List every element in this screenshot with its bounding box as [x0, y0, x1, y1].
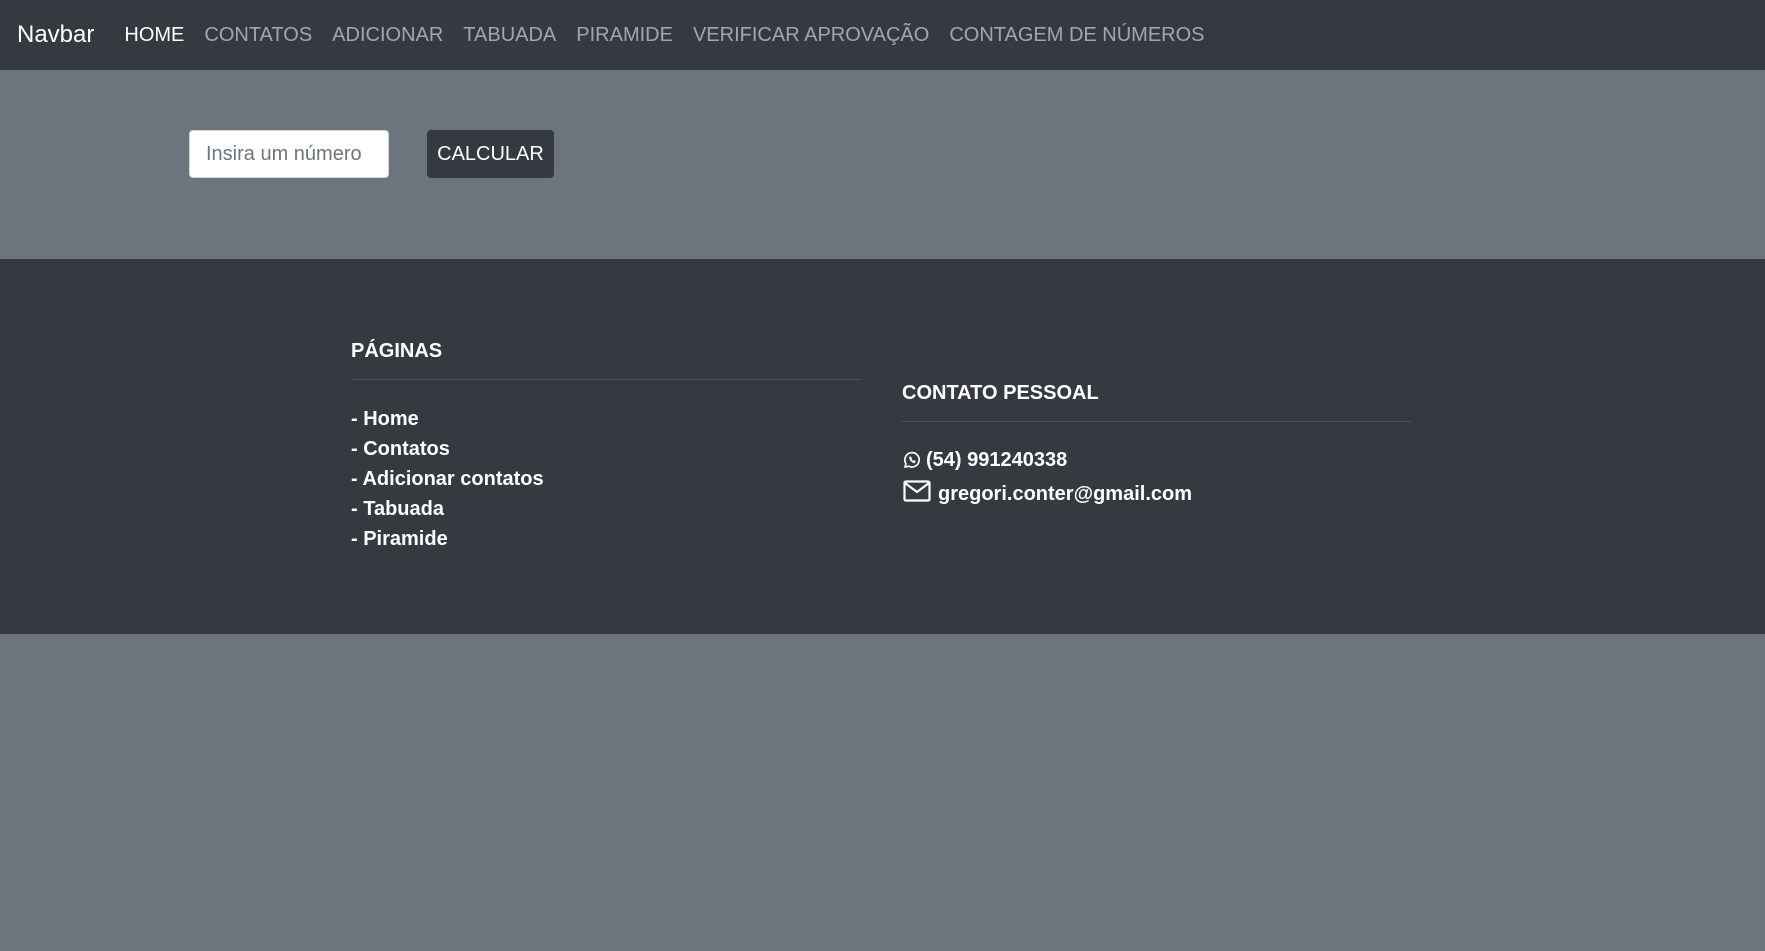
- contact-phone-number: (54) 991240338: [926, 448, 1068, 471]
- contact-email: gregori.conter@gmail.com: [902, 476, 1412, 512]
- footer-link-adicionar-contatos[interactable]: - Adicionar contatos: [351, 464, 861, 494]
- whatsapp-icon: [902, 450, 922, 470]
- footer-pages-heading: PÁGINAS: [351, 340, 443, 362]
- footer-contact-heading: CONTATO PESSOAL: [902, 382, 1099, 404]
- nav-link-verificar-aprovacao[interactable]: VERIFICAR APROVAÇÃO: [693, 24, 929, 47]
- nav-link-home[interactable]: HOME: [124, 24, 184, 47]
- nav-link-contagem-de-numeros[interactable]: CONTAGEM DE NÚMEROS: [949, 24, 1204, 47]
- nav-link-contatos[interactable]: CONTATOS: [204, 24, 312, 47]
- nav-link-piramide[interactable]: PIRAMIDE: [576, 24, 673, 47]
- top-navbar: Navbar HOME CONTATOS ADICIONAR TABUADA P…: [0, 0, 1765, 70]
- footer-link-piramide[interactable]: - Piramide: [351, 524, 861, 554]
- footer-pages-divider: [351, 379, 861, 380]
- nav-link-tabuada[interactable]: TABUADA: [463, 24, 556, 47]
- calculate-button[interactable]: CALCULAR: [427, 130, 554, 178]
- footer-contact-column: CONTATO PESSOAL (54) 991240338 gregori.c…: [902, 381, 1412, 512]
- footer-link-tabuada[interactable]: - Tabuada: [351, 494, 861, 524]
- nav-links: HOME CONTATOS ADICIONAR TABUADA PIRAMIDE…: [124, 24, 1224, 47]
- footer-link-home[interactable]: - Home: [351, 404, 861, 434]
- footer-pages-column: PÁGINAS - Home - Contatos - Adicionar co…: [351, 339, 861, 554]
- footer: PÁGINAS - Home - Contatos - Adicionar co…: [0, 259, 1765, 634]
- contact-email-address: gregori.conter@gmail.com: [938, 482, 1192, 505]
- footer-pages-list: - Home - Contatos - Adicionar contatos -…: [351, 404, 861, 554]
- navbar-brand[interactable]: Navbar: [17, 21, 94, 49]
- number-input[interactable]: [189, 130, 389, 178]
- nav-link-adicionar[interactable]: ADICIONAR: [332, 24, 443, 47]
- envelope-icon: [902, 479, 932, 503]
- calculator-section: CALCULAR: [0, 70, 1765, 259]
- contact-phone: (54) 991240338: [902, 446, 1412, 474]
- footer-contact-divider: [902, 421, 1412, 422]
- footer-link-contatos[interactable]: - Contatos: [351, 434, 861, 464]
